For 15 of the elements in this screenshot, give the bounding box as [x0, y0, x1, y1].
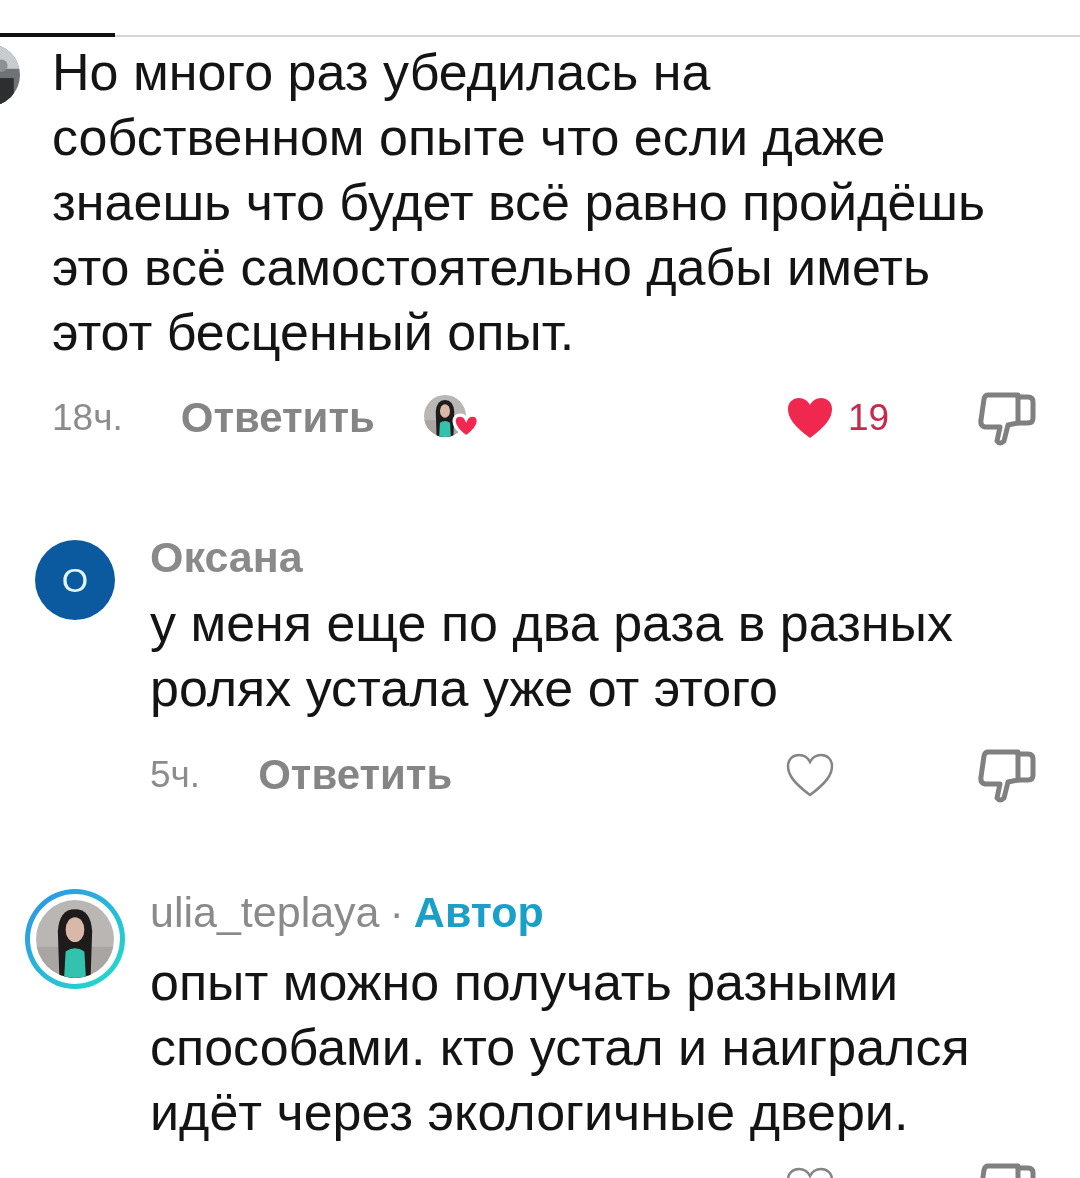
username[interactable]: ulia_teplaya [150, 890, 380, 934]
username[interactable]: Оксана [150, 535, 303, 579]
comment-text: у меня еще по два раза в разных ролях устала уже от этого [150, 593, 954, 719]
timestamp: 5ч. [150, 754, 201, 796]
author-label: Автор [413, 890, 544, 934]
reply-button[interactable]: Ответить [180, 394, 375, 442]
separator-dot: · [389, 890, 404, 934]
heart-icon[interactable] [786, 396, 834, 440]
comment-text: Но много раз убедилась на собственном опыте что если даже знаешь что будет всё равно пройдёшь это всё самостоятельно дабы иметь этот бесценный опыт. [52, 42, 987, 363]
heart-icon[interactable] [786, 753, 834, 797]
comment-text: опыт можно получать разными способами. кто устал и наигрался идёт через экологичные двери. [150, 952, 971, 1143]
avatar[interactable]: О [35, 540, 115, 620]
timestamp: 18ч. [52, 397, 123, 439]
reply-button[interactable]: Ответить [258, 751, 453, 799]
like-count: 19 [848, 397, 890, 439]
